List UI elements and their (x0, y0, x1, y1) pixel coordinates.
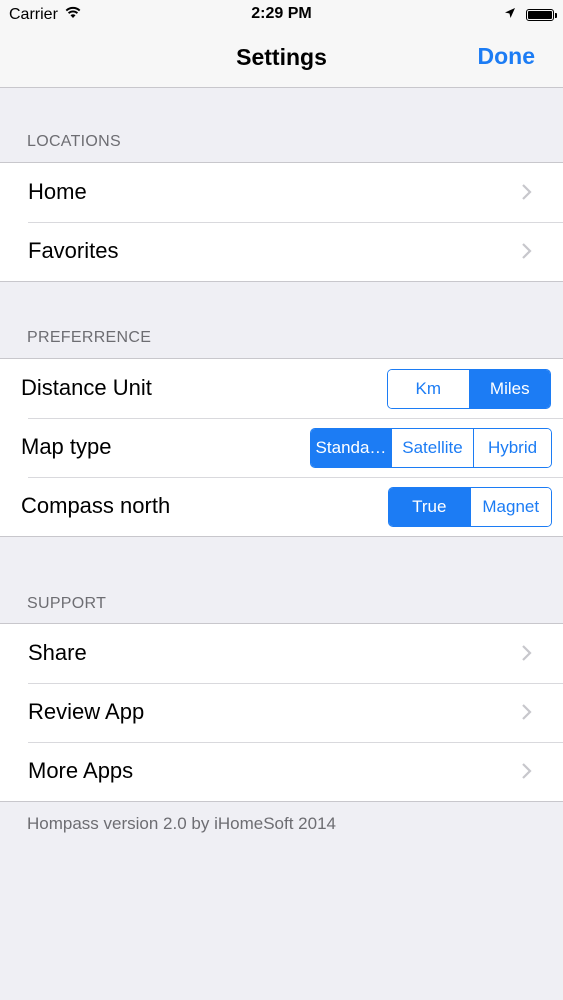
chevron-right-icon (522, 704, 532, 720)
row-share-label: Share (28, 640, 87, 665)
navigation-bar: Settings Done (0, 30, 563, 88)
row-share[interactable]: Share (0, 624, 563, 683)
battery-icon (526, 9, 557, 21)
location-arrow-icon (504, 6, 516, 24)
status-time: 2:29 PM (251, 5, 312, 22)
map-type-segmented-control: Standa… Satellite Hybrid (310, 428, 552, 468)
row-more-apps[interactable]: More Apps (0, 742, 563, 801)
compass-north-segmented-control: True Magnet (388, 487, 552, 527)
section-header-locations: LOCATIONS (27, 133, 121, 150)
row-review-app[interactable]: Review App (0, 683, 563, 742)
segment-true[interactable]: True (389, 488, 470, 526)
status-bar: Carrier 2:29 PM (0, 0, 563, 30)
chevron-right-icon (522, 645, 532, 661)
section-header-preference: PREFERRENCE (27, 329, 152, 346)
chevron-right-icon (522, 184, 532, 200)
compass-north-label: Compass north (21, 493, 171, 518)
segment-km[interactable]: Km (388, 370, 469, 408)
distance-unit-segmented-control: Km Miles (387, 369, 551, 409)
done-button[interactable]: Done (478, 43, 536, 70)
segment-satellite[interactable]: Satellite (391, 429, 473, 467)
row-home-label: Home (28, 179, 87, 204)
support-group: Share Review App More Apps (0, 623, 563, 802)
version-footer: Hompass version 2.0 by iHomeSoft 2014 (27, 814, 336, 833)
row-favorites-label: Favorites (28, 238, 119, 263)
segment-magnet[interactable]: Magnet (469, 488, 551, 526)
segment-miles[interactable]: Miles (468, 370, 550, 408)
chevron-right-icon (522, 763, 532, 779)
row-compass-north: Compass north True Magnet (0, 477, 563, 536)
row-distance-unit: Distance Unit Km Miles (0, 359, 563, 418)
segment-standard[interactable]: Standa… (311, 429, 391, 467)
row-more-apps-label: More Apps (28, 758, 134, 783)
battery-level (528, 11, 552, 19)
distance-unit-label: Distance Unit (21, 375, 152, 400)
status-right (504, 6, 557, 24)
segment-hybrid[interactable]: Hybrid (473, 429, 551, 467)
map-type-label: Map type (21, 434, 112, 459)
chevron-right-icon (522, 243, 532, 259)
locations-group: Home Favorites (0, 162, 563, 282)
section-header-support: SUPPORT (27, 595, 107, 612)
row-favorites[interactable]: Favorites (0, 222, 563, 281)
row-home[interactable]: Home (0, 163, 563, 222)
preference-group: Distance Unit Km Miles Map type Standa… … (0, 358, 563, 537)
row-map-type: Map type Standa… Satellite Hybrid (0, 418, 563, 477)
row-review-app-label: Review App (28, 699, 145, 724)
